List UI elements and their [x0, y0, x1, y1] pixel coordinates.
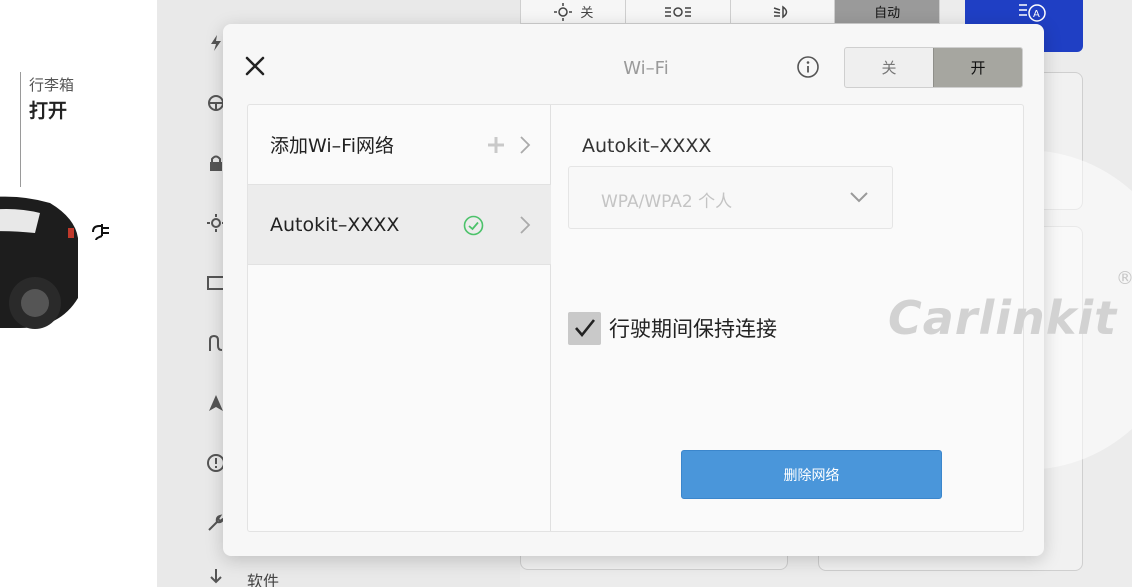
check-circle-icon [463, 215, 484, 236]
car-image [0, 196, 78, 329]
network-item-name: Autokit–XXXX [270, 213, 400, 236]
trunk-open-button[interactable]: 打开 [29, 96, 67, 123]
charge-port-icon[interactable] [90, 220, 112, 242]
add-network-row[interactable]: 添加Wi–Fi网络 [248, 105, 551, 185]
checkbox[interactable] [568, 311, 601, 345]
trunk-divider [20, 72, 21, 187]
registered-mark: ® [1116, 268, 1132, 289]
download-icon[interactable] [207, 568, 225, 586]
sun-icon [554, 2, 573, 21]
lights-off-option[interactable]: 关 [521, 0, 626, 23]
wifi-off-option[interactable]: 关 [845, 48, 933, 87]
lights-off-label: 关 [580, 6, 594, 21]
delete-network-button[interactable]: 删除网络 [681, 450, 942, 499]
wifi-panel: 添加Wi–Fi网络 Autokit–XXXX Autokit–XXXX WPA/… [247, 104, 1116, 532]
wifi-dialog: Wi–Fi 关 开 添加Wi–Fi网络 Autokit–XXXX Autokit… [223, 24, 1116, 556]
lights-auto-label: 自动 [874, 6, 901, 21]
lights-auto-option[interactable]: 自动 [835, 0, 939, 23]
parking-lights-icon [664, 6, 691, 17]
chevron-right-icon [520, 216, 531, 234]
checkmark-icon [574, 319, 595, 338]
add-network-label: 添加Wi–Fi网络 [270, 135, 394, 157]
headlight-segmented-control: 关 自动 [520, 0, 940, 24]
chevron-right-icon [520, 136, 531, 154]
wifi-on-option[interactable]: 开 [933, 48, 1022, 87]
network-detail-name: Autokit–XXXX [582, 135, 712, 157]
auto-high-beam-icon: A [1019, 4, 1046, 22]
wifi-toggle: 关 开 [844, 47, 1023, 88]
info-icon[interactable] [796, 55, 820, 79]
nav-item-software[interactable]: 软件 [247, 568, 279, 587]
close-icon[interactable] [243, 54, 267, 78]
watermark-text: Carlinkit [888, 291, 1118, 345]
plus-icon [488, 137, 504, 153]
trunk-title: 行李箱 [29, 76, 75, 94]
network-list: 添加Wi–Fi网络 Autokit–XXXX [248, 105, 551, 531]
security-value: WPA/WPA2 个人 [601, 192, 733, 212]
dialog-title: Wi–Fi [623, 58, 669, 79]
security-select[interactable]: WPA/WPA2 个人 [568, 166, 893, 229]
low-beam-icon [774, 5, 788, 18]
car-panel: 行李箱 打开 [0, 0, 157, 587]
parking-lights-option[interactable] [626, 0, 731, 23]
low-beam-option[interactable] [731, 0, 836, 23]
svg-text:A: A [1033, 9, 1040, 20]
keep-connected-label: 行驶期间保持连接 [609, 317, 777, 341]
network-item[interactable]: Autokit–XXXX [248, 185, 551, 265]
chevron-down-icon [850, 192, 868, 203]
keep-connected-checkbox[interactable]: 行驶期间保持连接 [568, 311, 777, 345]
